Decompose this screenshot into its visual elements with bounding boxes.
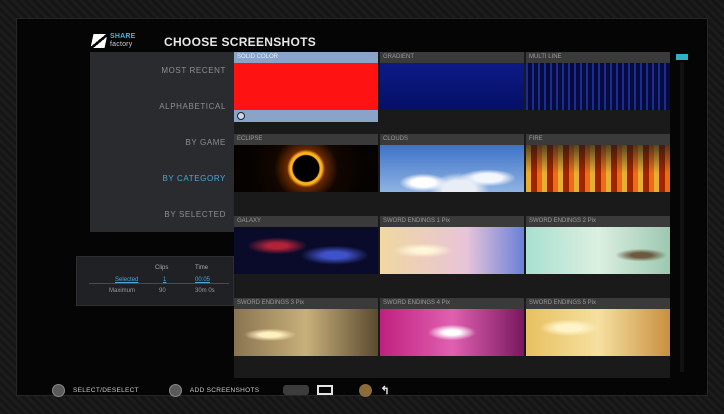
screenshot-tile[interactable]: SOLID COLOR: [234, 52, 378, 122]
tile-image-solid-red: [234, 63, 378, 110]
tile-image-eclipse: [234, 145, 378, 192]
stats-header-clips: Clips: [155, 265, 169, 271]
sort-by-game[interactable]: BY GAME: [185, 138, 226, 147]
add-screenshots-label[interactable]: ADD SCREENSHOTS: [190, 387, 260, 394]
tile-label: ECLIPSE: [234, 134, 378, 145]
add-button-icon: [168, 383, 182, 397]
select-deselect-label[interactable]: SELECT/DESELECT: [73, 387, 139, 394]
screenshot-tile[interactable]: SWORD ENDINGS 2 Pix: [526, 216, 670, 274]
stats-divider: [89, 283, 229, 284]
tile-image-anime4: [380, 309, 524, 356]
sort-alphabetical[interactable]: ALPHABETICAL: [159, 102, 226, 111]
logo-text-share: SHARE: [110, 33, 136, 40]
tile-image-lines-blue: [526, 63, 670, 110]
screenshot-tile[interactable]: CLOUDS: [380, 134, 524, 192]
screen-toggle-icon[interactable]: [317, 385, 334, 395]
stats-maximum-time: 30m 0s: [195, 288, 215, 294]
screenshot-tile[interactable]: SWORD ENDINGS 1 Pix: [380, 216, 524, 274]
tile-image-clouds: [380, 145, 524, 192]
tile-label: FIRE: [526, 134, 670, 145]
tile-label: SWORD ENDINGS 1 Pix: [380, 216, 524, 227]
screenshot-tile[interactable]: SWORD ENDINGS 4 Pix: [380, 298, 524, 356]
selected-check-icon: [237, 112, 245, 120]
sort-by-selected[interactable]: BY SELECTED: [164, 210, 226, 219]
tile-label: SWORD ENDINGS 2 Pix: [526, 216, 670, 227]
tile-image-anime3: [234, 309, 378, 356]
tile-label: GRADIENT: [380, 52, 524, 63]
touchpad-icon: [283, 385, 310, 395]
back-arrow-icon[interactable]: ↰: [380, 384, 390, 397]
tile-image-anime1: [380, 227, 524, 274]
logo-mark-icon: [90, 34, 108, 48]
screenshot-tile[interactable]: MULTI LINE: [526, 52, 670, 110]
header: SHARE factory CHOOSE SCREENSHOTS: [90, 31, 317, 53]
page-title: CHOOSE SCREENSHOTS: [164, 35, 317, 49]
sort-most-recent[interactable]: MOST RECENT: [161, 66, 226, 75]
share-factory-logo: SHARE factory: [90, 31, 152, 53]
tile-label: SWORD ENDINGS 5 Pix: [526, 298, 670, 309]
tile-label: SWORD ENDINGS 4 Pix: [380, 298, 524, 309]
screenshot-grid: SOLID COLOR GRADIENT MULTI LINE ECLIPSE …: [234, 52, 670, 378]
sort-by-category[interactable]: BY CATEGORY: [162, 174, 226, 183]
tile-image-gradient-blue: [380, 63, 524, 110]
back-button-icon: [359, 383, 373, 397]
sort-panel: MOST RECENT ALPHABETICAL BY GAME BY CATE…: [90, 52, 234, 232]
bottom-button-bar: SELECT/DESELECT ADD SCREENSHOTS ↰: [52, 382, 390, 398]
tile-label: SOLID COLOR: [234, 52, 378, 63]
scrollbar-thumb[interactable]: [676, 54, 688, 60]
tile-label: SWORD ENDINGS 3 Pix: [234, 298, 378, 309]
select-button-icon: [52, 383, 65, 397]
stats-maximum-clips: 90: [159, 288, 166, 294]
stats-header-time: Time: [195, 265, 209, 271]
tile-image-anime2: [526, 227, 670, 274]
screenshot-tile[interactable]: FIRE: [526, 134, 670, 192]
tile-image-anime5: [526, 309, 670, 356]
screenshot-tile[interactable]: GALAXY: [234, 216, 378, 274]
tile-image-galaxy: [234, 227, 378, 274]
tile-label: CLOUDS: [380, 134, 524, 145]
tile-image-fire: [526, 145, 670, 192]
tile-label: GALAXY: [234, 216, 378, 227]
screenshot-tile[interactable]: ECLIPSE: [234, 134, 378, 192]
screenshot-tile[interactable]: SWORD ENDINGS 5 Pix: [526, 298, 670, 356]
screenshot-tile[interactable]: GRADIENT: [380, 52, 524, 110]
scrollbar-track[interactable]: [680, 62, 684, 372]
screenshot-tile[interactable]: SWORD ENDINGS 3 Pix: [234, 298, 378, 356]
tile-label: MULTI LINE: [526, 52, 670, 63]
logo-text-factory: factory: [110, 41, 133, 48]
selection-stats: Clips Time Selected 1 00:05 Maximum 90 3…: [76, 256, 234, 306]
selected-indicator-bar: [234, 110, 378, 122]
stats-maximum-label: Maximum: [109, 288, 136, 294]
